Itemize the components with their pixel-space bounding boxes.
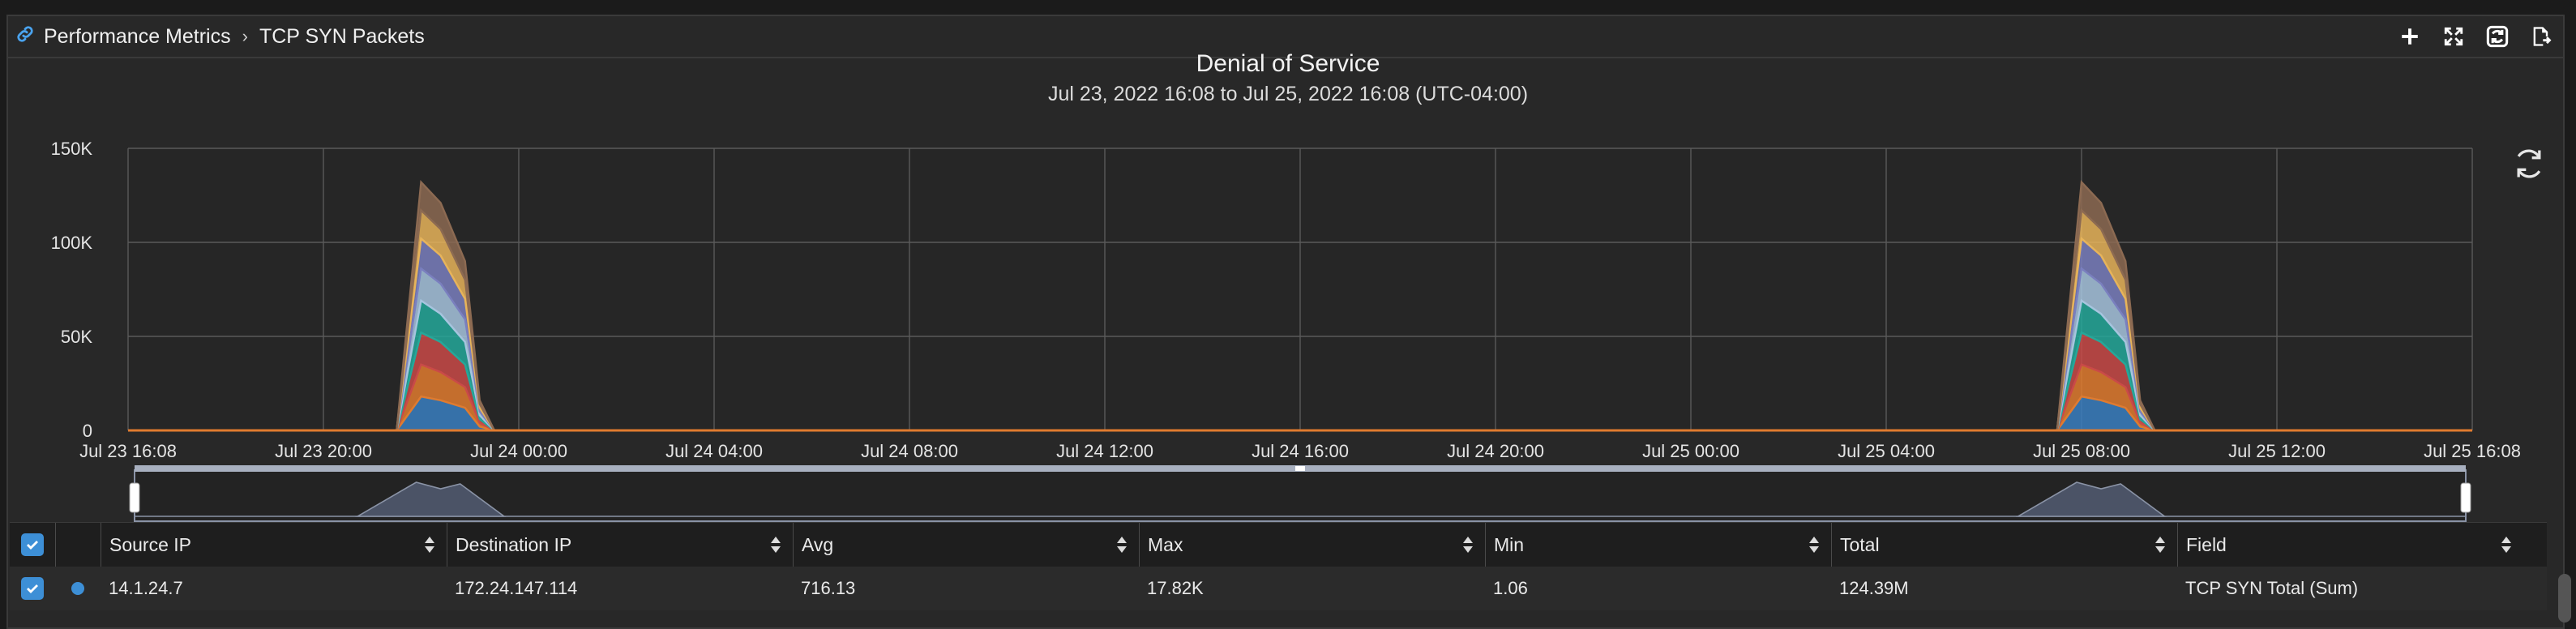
sort-icon: [771, 537, 781, 553]
x-tick-label: Jul 24 08:00: [861, 441, 958, 461]
x-tick-label: Jul 25 16:08: [2424, 441, 2521, 461]
range-handle-left: [129, 482, 140, 513]
select-all-checkbox[interactable]: [10, 523, 55, 567]
y-tick-label: 150K: [51, 139, 93, 159]
column-header-total[interactable]: Total: [1831, 523, 2177, 567]
cell-max: 17.82K: [1147, 578, 1204, 598]
cell-field: TCP SYN Total (Sum): [2185, 578, 2359, 598]
table-header: Source IP Destination IP Avg Max Min Tot…: [10, 522, 2547, 567]
sort-icon: [2501, 537, 2511, 553]
x-tick-label: Jul 24 12:00: [1056, 441, 1153, 461]
cell-avg: 716.13: [801, 578, 856, 598]
column-header-destination-ip[interactable]: Destination IP: [447, 523, 793, 567]
cell-min: 1.06: [1493, 578, 1528, 598]
x-tick-label: Jul 24 04:00: [665, 441, 763, 461]
column-header-max[interactable]: Max: [1139, 523, 1485, 567]
cell-destination-ip: 172.24.147.114: [455, 578, 578, 598]
range-handle-right: [2460, 482, 2471, 513]
cell-total: 124.39M: [1839, 578, 1909, 598]
area-chart: 0 50K 100K 150K Jul 23 16:08 Jul 23 20:00 Jul …: [51, 139, 2521, 522]
series-color-dot: [55, 567, 101, 610]
x-tick-label: Jul 24 16:00: [1252, 441, 1349, 461]
sort-icon: [425, 537, 434, 553]
x-tick-label: Jul 23 20:00: [275, 441, 372, 461]
row-checkbox[interactable]: [10, 567, 55, 610]
y-tick-label: 50K: [61, 327, 92, 347]
x-tick-label: Jul 25 08:00: [2033, 441, 2130, 461]
x-tick-label: Jul 23 16:08: [79, 441, 177, 461]
column-header-avg[interactable]: Avg: [793, 523, 1139, 567]
column-header-min[interactable]: Min: [1485, 523, 1831, 567]
column-header-source-ip[interactable]: Source IP: [101, 523, 447, 567]
x-tick-label: Jul 24 20:00: [1447, 441, 1544, 461]
x-tick-label: Jul 25 04:00: [1838, 441, 1935, 461]
table-scrollbar[interactable]: [2558, 574, 2571, 623]
data-table: Source IP Destination IP Avg Max Min Tot…: [10, 522, 2547, 610]
cell-source-ip: 14.1.24.7: [109, 578, 183, 598]
sort-icon: [1809, 537, 1819, 553]
sort-icon: [1117, 537, 1127, 553]
y-tick-label: 100K: [51, 233, 93, 253]
sort-icon: [2155, 537, 2165, 553]
x-tick-label: Jul 25 00:00: [1642, 441, 1739, 461]
y-tick-label: 0: [83, 421, 92, 441]
table-row[interactable]: 14.1.24.7 172.24.147.114 716.13 17.82K 1…: [10, 567, 2547, 610]
x-tick-label: Jul 25 12:00: [2228, 441, 2326, 461]
range-navigator-grip: [1295, 466, 1305, 471]
column-header-field[interactable]: Field: [2177, 523, 2523, 567]
x-tick-label: Jul 24 00:00: [470, 441, 567, 461]
sort-icon: [1463, 537, 1473, 553]
color-column-header: [55, 523, 101, 567]
